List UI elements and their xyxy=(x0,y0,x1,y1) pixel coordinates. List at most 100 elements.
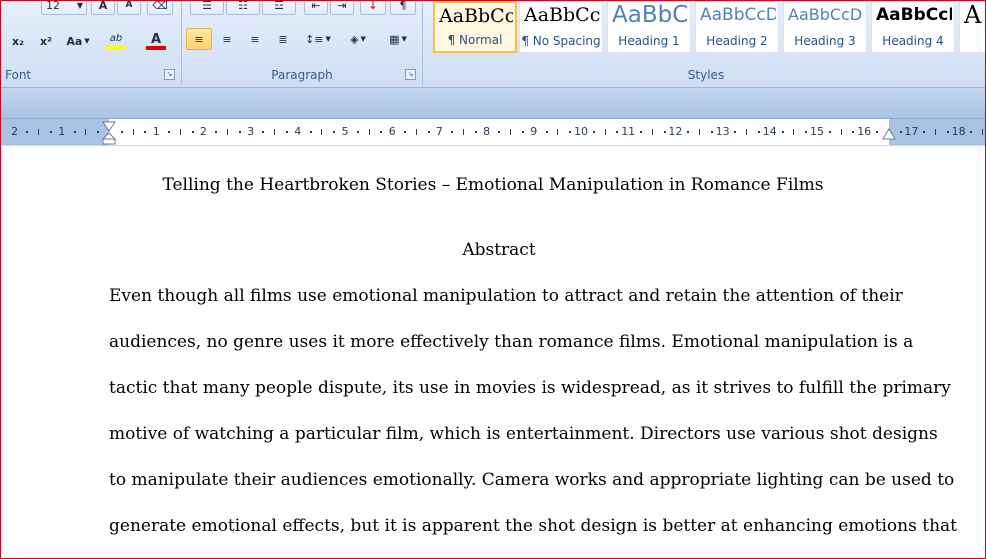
chevron-down-icon[interactable]: ▼ xyxy=(77,1,83,10)
sort-button[interactable]: ↓ xyxy=(360,1,386,15)
paragraph-line: Even though all films use emotional mani… xyxy=(109,286,903,306)
decrease-indent-button[interactable]: ⇤ xyxy=(304,0,328,15)
ruler-tick xyxy=(569,131,572,133)
ruler-tick xyxy=(746,129,748,135)
font-color-swatch xyxy=(146,45,166,50)
ruler-number: 8 xyxy=(483,125,491,138)
font-size-value: 12 xyxy=(46,0,60,12)
shrink-font-button[interactable]: A xyxy=(117,1,141,15)
styles-group-label: Styles xyxy=(687,68,725,82)
paragraph-line: audiences, no genre uses it more effecti… xyxy=(109,332,914,352)
borders-button[interactable]: ▦ ▼ xyxy=(380,28,416,50)
ruler-tick xyxy=(699,129,700,135)
style-name: Heading 3 xyxy=(794,34,856,48)
ruler-tick xyxy=(970,131,973,133)
ruler-number: 15 xyxy=(810,125,824,138)
increase-indent-button[interactable]: ⇥ xyxy=(330,0,354,15)
paragraph-group-label: Paragraph xyxy=(271,68,333,82)
style-heading-3[interactable]: AaBbCcD Heading 3 xyxy=(783,1,867,53)
ruler-number: 12 xyxy=(668,125,683,138)
ruler-number: 5 xyxy=(341,125,349,138)
paragraph-line: to manipulate their audiences emotionall… xyxy=(109,470,955,490)
style-heading-2[interactable]: AaBbCcD Heading 2 xyxy=(695,1,779,53)
ruler-number: 17 xyxy=(904,125,919,138)
align-right-button[interactable]: ≡ xyxy=(242,28,268,50)
pilcrow-icon: ¶ xyxy=(399,0,407,12)
font-size-combo[interactable]: 12 ▼ xyxy=(41,0,87,15)
superscript-button[interactable]: x² xyxy=(33,30,59,52)
align-left-icon: ≡ xyxy=(194,32,204,46)
ruler-tick xyxy=(474,131,477,133)
shading-button[interactable]: ◈ ▼ xyxy=(340,28,376,50)
justify-button[interactable]: ≣ xyxy=(270,28,296,50)
ruler-tick xyxy=(463,129,464,135)
styles-group: AaBbCcI ¶ Normal AaBbCcI ¶ No Spacing Aa… xyxy=(427,1,985,85)
style-name: Heading 4 xyxy=(882,34,944,48)
ruler-tick xyxy=(85,129,87,135)
clear-formatting-button[interactable]: ⌫ xyxy=(147,1,173,15)
document-title: Telling the Heartbroken Stories – Emotio… xyxy=(162,175,824,195)
ruler-tick xyxy=(333,131,336,133)
style-no-spacing[interactable]: AaBbCcI ¶ No Spacing xyxy=(519,1,603,53)
ruler-tick xyxy=(616,131,619,133)
ruler-tick xyxy=(663,131,666,133)
font-color-button[interactable]: A xyxy=(137,30,175,52)
right-indent-marker-icon[interactable] xyxy=(882,125,896,141)
subscript-label: x₂ xyxy=(12,34,24,48)
show-formatting-button[interactable]: ¶ xyxy=(390,0,416,15)
ruler-tick xyxy=(592,131,595,133)
ruler-tick xyxy=(781,131,784,133)
ruler-number: 3 xyxy=(247,125,255,138)
highlight-button[interactable]: ab xyxy=(97,30,135,52)
grow-font-button[interactable]: A xyxy=(91,1,115,15)
ruler-number: 1 xyxy=(58,125,66,138)
line-spacing-icon: ↕≡ xyxy=(305,32,324,46)
ruler-number: 4 xyxy=(294,125,302,138)
ruler-tick xyxy=(545,131,548,133)
chevron-down-icon: ▼ xyxy=(325,35,331,43)
style-heading-1[interactable]: AaBbCc Heading 1 xyxy=(607,1,691,53)
ruler-tick xyxy=(238,131,241,133)
line-spacing-button[interactable]: ↕≡ ▼ xyxy=(300,28,336,50)
ruler-tick xyxy=(97,131,100,133)
style-title[interactable]: A xyxy=(959,1,985,53)
align-center-button[interactable]: ≡ xyxy=(214,28,240,50)
bullets-icon: ☰ xyxy=(202,0,212,12)
superscript-label: x² xyxy=(40,34,52,48)
bullets-button[interactable]: ☰ xyxy=(190,0,224,15)
style-heading-4[interactable]: AaBbCcI Heading 4 xyxy=(871,1,955,53)
style-sample: AaBbCcD xyxy=(788,5,863,24)
numbering-icon: ☷ xyxy=(238,0,248,12)
ruler-number: 2 xyxy=(11,125,19,138)
horizontal-ruler[interactable]: 2 1 1 2 3 4 5 6 7 8 9 10 11 12 13 14 15 16 17 18 xyxy=(1,119,985,146)
indent-marker-icon[interactable] xyxy=(102,121,116,145)
decrease-indent-icon: ⇤ xyxy=(311,0,321,12)
ruler-tick xyxy=(262,131,265,133)
font-group: 12 ▼ A A ⌫ x₂ x² Aa ▼ ab A Font ↘ xyxy=(1,1,182,85)
multilevel-list-button[interactable]: ☲ xyxy=(262,1,296,15)
highlighter-icon: ab xyxy=(109,33,123,44)
subscript-button[interactable]: x₂ xyxy=(5,30,31,52)
style-normal[interactable]: AaBbCcI ¶ Normal xyxy=(433,1,517,53)
ruler-tick xyxy=(687,131,690,133)
increase-indent-icon: ⇥ xyxy=(337,0,347,12)
ruler-tick xyxy=(132,129,134,135)
numbering-button[interactable]: ☷ xyxy=(226,0,260,15)
ruler-tick xyxy=(946,131,949,133)
ruler-tick xyxy=(522,131,524,133)
ruler-tick xyxy=(215,131,218,133)
dialog-launcher-icon[interactable]: ↘ xyxy=(405,69,416,80)
ruler-number: 2 xyxy=(199,125,207,138)
ruler-number: 14 xyxy=(762,125,777,138)
ruler-tick xyxy=(286,131,288,133)
ruler-tick xyxy=(73,131,76,133)
paragraph-line: generate emotional effects, but it is ap… xyxy=(109,516,957,536)
highlight-color-swatch xyxy=(106,45,126,49)
style-sample: AaBbCcD xyxy=(700,5,776,25)
style-name: ¶ No Spacing xyxy=(521,34,601,48)
document-page[interactable]: Telling the Heartbroken Stories – Emotio… xyxy=(1,146,985,558)
align-left-button[interactable]: ≡ xyxy=(186,28,212,50)
change-case-button[interactable]: Aa ▼ xyxy=(61,30,95,52)
ruler-tick xyxy=(368,129,370,135)
dialog-launcher-icon[interactable]: ↘ xyxy=(164,69,175,80)
